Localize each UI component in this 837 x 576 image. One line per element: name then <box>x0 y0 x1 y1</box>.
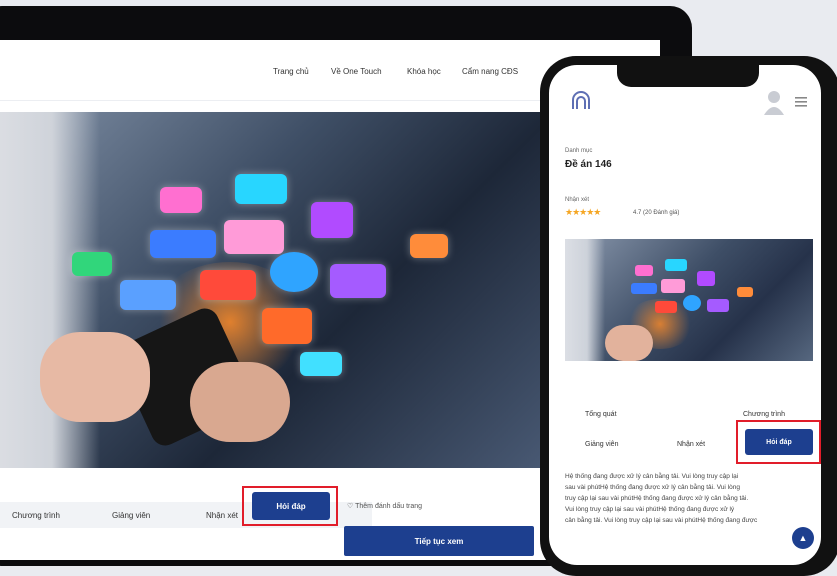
qa-body-text: Hệ thống đang được xử lý cân bằng tải. V… <box>565 471 789 526</box>
course-hero-image <box>0 112 570 468</box>
course-thumbnail <box>565 239 813 361</box>
bookmark-label: Thêm đánh dấu trang <box>355 503 423 510</box>
hamburger-icon[interactable] <box>795 95 807 107</box>
m-tab-reviews[interactable]: Nhận xét <box>677 441 705 448</box>
m-tab-lecturer[interactable]: Giảng viên <box>585 441 618 448</box>
category-label: Danh mục <box>565 148 593 154</box>
phone-notch <box>617 65 759 87</box>
nav-handbook[interactable]: Cẩm nang CĐS <box>462 67 518 76</box>
nav-courses[interactable]: Khóa học <box>407 67 441 76</box>
m-tab-overview[interactable]: Tổng quát <box>585 411 617 418</box>
heart-outline-icon: ♡ <box>347 503 354 510</box>
body-line: Hệ thống đang được xử lý cân bằng tải. V… <box>565 473 739 480</box>
nav-about[interactable]: Về One Touch <box>331 67 382 76</box>
tab-reviews[interactable]: Nhận xét <box>206 511 238 520</box>
arch-logo-icon[interactable] <box>571 91 591 111</box>
star-rating: ★★★★★ <box>565 207 601 217</box>
continue-watching-button[interactable]: Tiếp tục xem <box>344 526 534 556</box>
reviews-label: Nhận xét <box>565 197 590 203</box>
m-tab-program[interactable]: Chương trình <box>743 411 785 418</box>
nav-home[interactable]: Trang chủ <box>273 67 309 76</box>
m-highlight-box <box>736 420 821 464</box>
user-silhouette-icon[interactable] <box>763 89 785 115</box>
phone-frame: Danh mục Đề án 146 Nhận xét ★★★★★ 4.7 (2… <box>540 56 837 576</box>
tab-lecturer[interactable]: Giảng viên <box>112 511 150 520</box>
tab-program[interactable]: Chương trình <box>12 511 60 520</box>
body-line: cân bằng tải. Vui lòng truy cập lại sau … <box>565 517 758 524</box>
chevron-up-icon[interactable]: ▲ <box>792 527 814 549</box>
course-title: Đề án 146 <box>565 159 612 170</box>
body-line: truy cập lại sau vài phútHệ thống đang đ… <box>565 495 749 502</box>
rating-text: 4.7 (20 Đánh giá) <box>633 210 680 216</box>
bookmark-link[interactable]: ♡ Thêm đánh dấu trang <box>347 502 422 510</box>
mobile-screen: Danh mục Đề án 146 Nhận xét ★★★★★ 4.7 (2… <box>549 65 821 565</box>
highlight-box <box>242 486 338 526</box>
body-line: Vui lòng truy cập lại sau vài phútHệ thố… <box>565 506 735 513</box>
body-line: sau vài phútHệ thống đang được xử lý cân… <box>565 484 740 491</box>
